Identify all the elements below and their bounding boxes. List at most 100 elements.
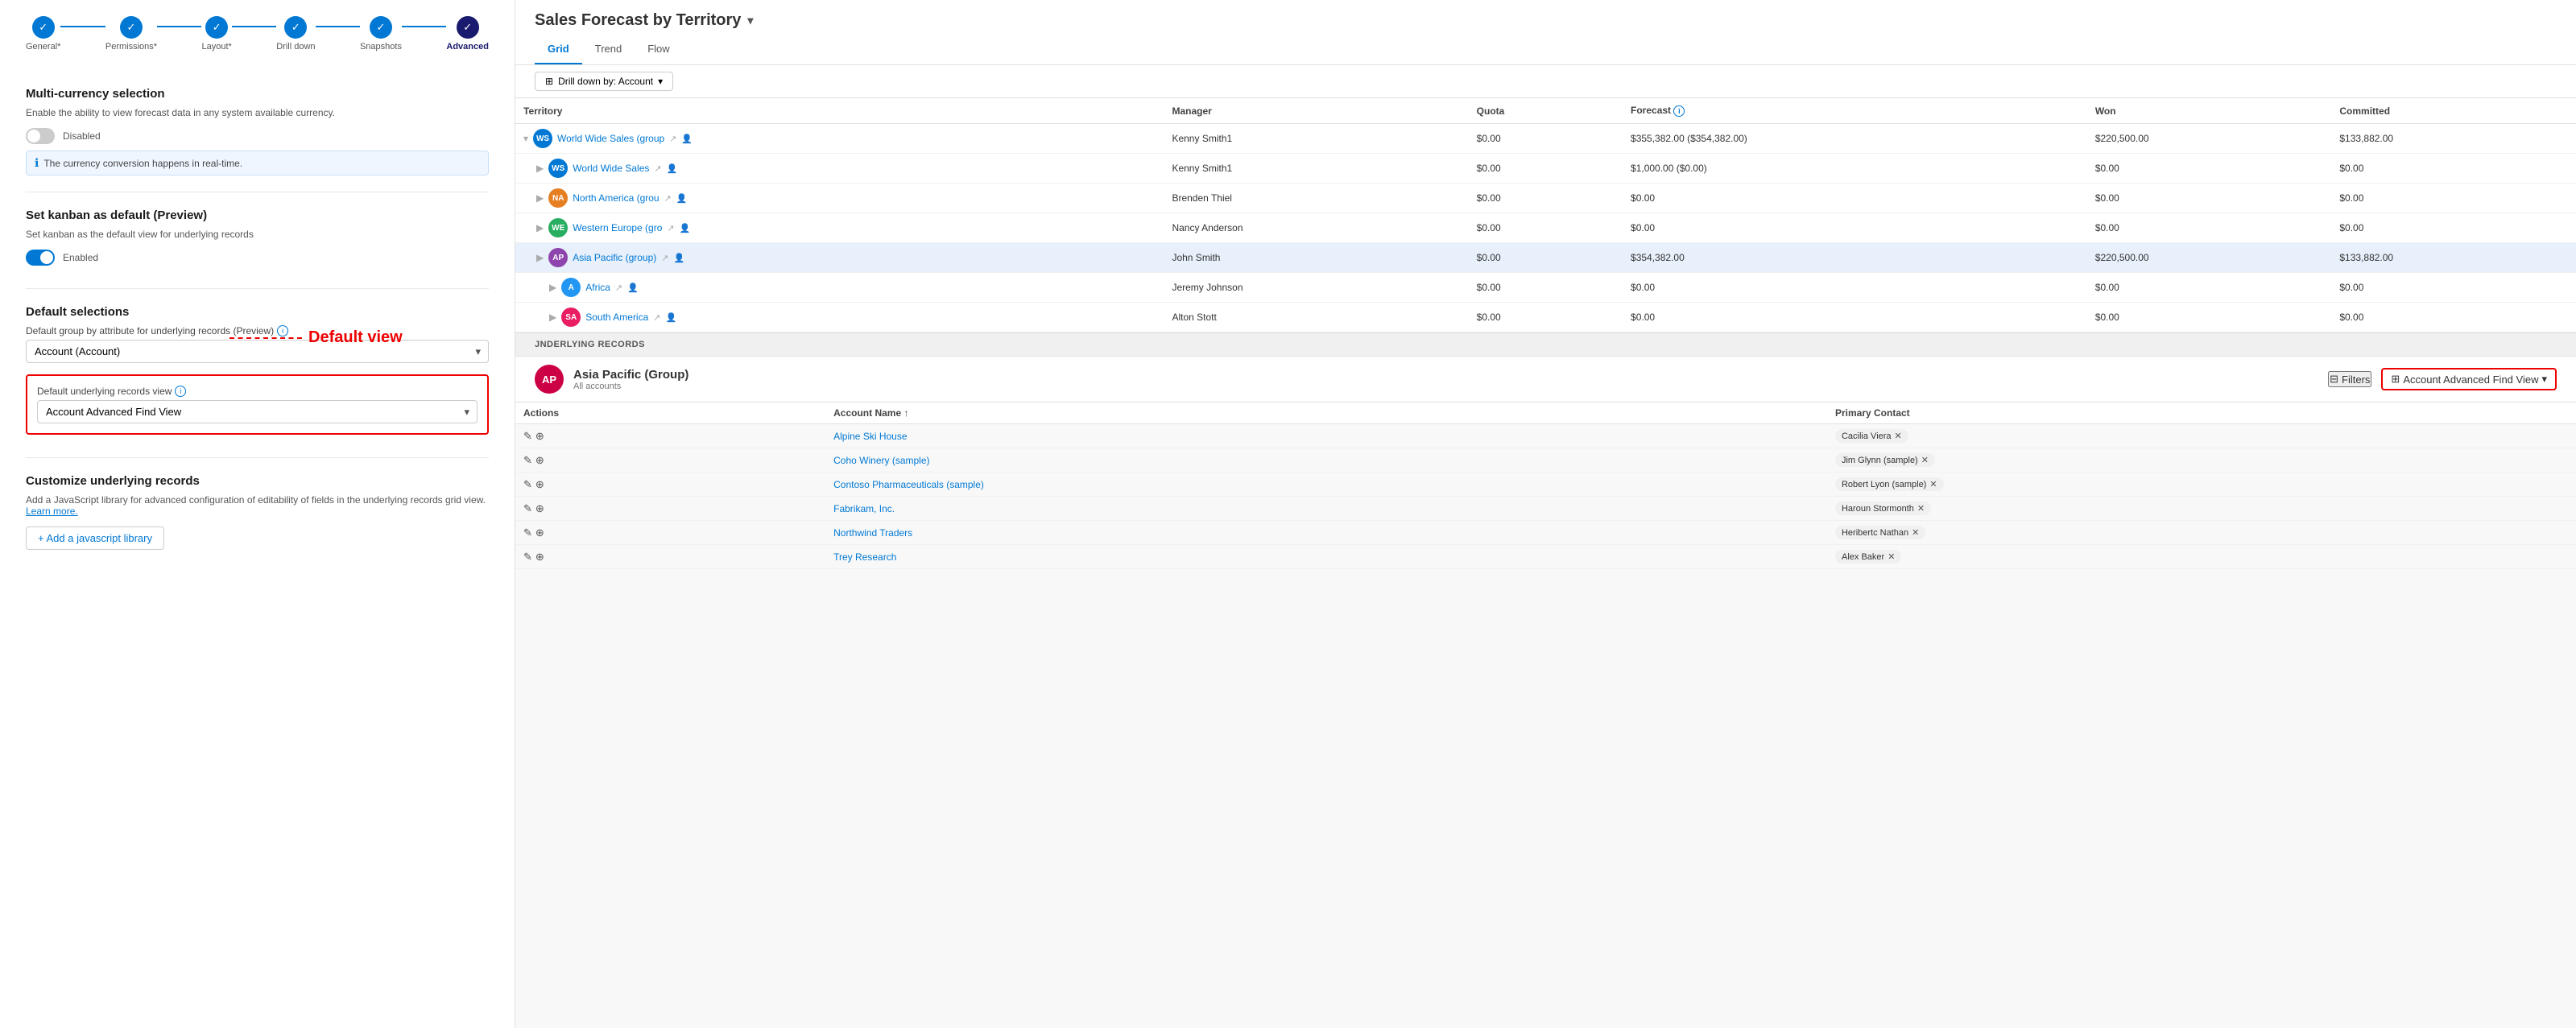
share-icon[interactable]: ↗ <box>664 193 672 204</box>
expand-icon[interactable]: ▶ <box>536 192 544 204</box>
share-icon[interactable]: ↗ <box>669 134 676 144</box>
forecast-title: Sales Forecast by Territory ▾ <box>535 11 2557 30</box>
share-icon[interactable]: ↗ <box>654 163 661 174</box>
account-name-link[interactable]: Alpine Ski House <box>833 431 907 442</box>
forecast-forecast: $0.00 <box>1623 303 2087 332</box>
table-row: ✎⊕ Alpine Ski House Cacilia Viera ✕ <box>515 424 2576 448</box>
remove-contact-icon[interactable]: ✕ <box>1895 431 1902 441</box>
forecast-quota: $0.00 <box>1469 154 1623 184</box>
forecast-won: $0.00 <box>2087 303 2332 332</box>
multicurrency-toggle[interactable] <box>26 128 55 144</box>
account-name-link[interactable]: Trey Research <box>833 551 896 563</box>
forecast-tab-grid[interactable]: Grid <box>535 38 582 64</box>
person-icon[interactable]: 👤 <box>676 193 688 204</box>
forecast-territory-cell: ▾ WS World Wide Sales (group ↗ 👤 <box>515 124 1164 154</box>
expand-icon[interactable]: ▶ <box>549 282 556 293</box>
share-icon[interactable]: ↗ <box>661 253 668 263</box>
contact-tag: Heribertc Nathan ✕ <box>1835 526 1925 539</box>
underlying-col-actions: Actions <box>515 403 825 424</box>
expand-icon[interactable]: ▶ <box>536 252 544 263</box>
multicurrency-section: Multi-currency selection Enable the abil… <box>26 71 489 192</box>
info-icon[interactable]: ⊕ <box>535 478 544 491</box>
grid-icon: ⊞ <box>2391 373 2400 386</box>
territory-name[interactable]: World Wide Sales (group <box>557 133 664 144</box>
wizard-step-permissions[interactable]: ✓Permissions* <box>105 16 157 52</box>
wizard-step-advanced[interactable]: ✓Advanced <box>446 16 489 52</box>
forecast-info-icon[interactable]: i <box>1673 105 1685 117</box>
account-name-link[interactable]: Fabrikam, Inc. <box>833 503 895 514</box>
territory-name[interactable]: North America (grou <box>573 192 659 204</box>
person-icon[interactable]: 👤 <box>627 283 639 293</box>
underlying-actions: ⊟ Filters ⊞ Account Advanced Find View ▾ <box>2328 368 2557 390</box>
remove-contact-icon[interactable]: ✕ <box>1888 551 1895 562</box>
share-icon[interactable]: ↗ <box>615 283 622 293</box>
drill-down-button[interactable]: ⊞ Drill down by: Account ▾ <box>535 72 673 91</box>
edit-icon[interactable]: ✎ <box>523 551 532 564</box>
forecast-quota: $0.00 <box>1469 303 1623 332</box>
info-icon[interactable]: ⊕ <box>535 526 544 539</box>
wizard-step-snapshots[interactable]: ✓Snapshots <box>360 16 402 52</box>
learn-more-link[interactable]: Learn more. <box>26 506 78 517</box>
remove-contact-icon[interactable]: ✕ <box>1917 503 1925 514</box>
account-name-link[interactable]: Contoso Pharmaceuticals (sample) <box>833 479 984 490</box>
territory-name[interactable]: Western Europe (gro <box>573 222 662 233</box>
step-line-1 <box>60 26 105 27</box>
territory-name[interactable]: World Wide Sales <box>573 163 649 174</box>
sort-icon[interactable]: ↑ <box>903 407 908 419</box>
collapse-icon[interactable]: ▾ <box>523 133 528 144</box>
wizard-step-layout[interactable]: ✓Layout* <box>201 16 231 52</box>
default-view-select[interactable]: Account Advanced Find ViewActive Account… <box>37 400 478 423</box>
account-name-link[interactable]: Northwind Traders <box>833 527 912 539</box>
forecast-row: ▶ NA North America (grou ↗ 👤 Brenden Thi… <box>515 184 2576 213</box>
remove-contact-icon[interactable]: ✕ <box>1929 479 1937 489</box>
edit-icon[interactable]: ✎ <box>523 526 532 539</box>
left-panel: ✓General* ✓Permissions* ✓Layout* ✓Drill dow… <box>0 0 515 1028</box>
customize-desc: Add a JavaScript library for advanced co… <box>26 494 489 517</box>
share-icon[interactable]: ↗ <box>667 223 674 233</box>
info-icon[interactable]: ⊕ <box>535 502 544 515</box>
view-info-icon[interactable]: i <box>175 386 186 397</box>
territory-name[interactable]: Africa <box>585 282 610 293</box>
forecast-territory-cell: ▶ WS World Wide Sales ↗ 👤 <box>515 154 1164 184</box>
wizard-step-drilldown[interactable]: ✓Drill down <box>276 16 315 52</box>
info-icon[interactable]: ⊕ <box>535 430 544 443</box>
underlying-view-select[interactable]: ⊞ Account Advanced Find View ▾ <box>2381 368 2557 390</box>
group-by-select[interactable]: Account (Account) <box>26 340 489 363</box>
forecast-row: ▶ A Africa ↗ 👤 Jeremy Johnson$0.00$0.00$… <box>515 273 2576 303</box>
account-name-link[interactable]: Coho Winery (sample) <box>833 455 929 466</box>
edit-icon[interactable]: ✎ <box>523 502 532 515</box>
forecast-col-committed: Committed <box>2331 98 2576 124</box>
forecast-tab-flow[interactable]: Flow <box>635 38 682 64</box>
territory-name[interactable]: Asia Pacific (group) <box>573 252 656 263</box>
contact-tag: Alex Baker ✕ <box>1835 550 1901 564</box>
forecast-row: ▶ AP Asia Pacific (group) ↗ 👤 John Smith… <box>515 243 2576 273</box>
person-icon[interactable]: 👤 <box>674 253 685 263</box>
remove-contact-icon[interactable]: ✕ <box>1912 527 1919 538</box>
territory-name[interactable]: South America <box>585 312 648 323</box>
filters-button[interactable]: ⊟ Filters <box>2328 371 2371 387</box>
forecast-tab-trend[interactable]: Trend <box>582 38 635 64</box>
add-javascript-button[interactable]: + Add a javascript library <box>26 526 164 550</box>
person-icon[interactable]: 👤 <box>680 223 691 233</box>
person-icon[interactable]: 👤 <box>667 163 678 174</box>
expand-icon[interactable]: ▶ <box>536 222 544 233</box>
edit-icon[interactable]: ✎ <box>523 454 532 467</box>
group-by-info-icon[interactable]: i <box>277 325 288 336</box>
info-icon[interactable]: ⊕ <box>535 454 544 467</box>
wizard-step-general[interactable]: ✓General* <box>26 16 60 52</box>
expand-icon[interactable]: ▶ <box>536 163 544 174</box>
step-circle-general: ✓ <box>32 16 55 39</box>
edit-icon[interactable]: ✎ <box>523 478 532 491</box>
contact-name: Cacilia Viera <box>1842 431 1892 441</box>
edit-icon[interactable]: ✎ <box>523 430 532 443</box>
person-icon[interactable]: 👤 <box>666 312 677 323</box>
share-icon[interactable]: ↗ <box>653 312 660 323</box>
forecast-row: ▶ WS World Wide Sales ↗ 👤 Kenny Smith1$0… <box>515 154 2576 184</box>
forecast-title-chevron[interactable]: ▾ <box>747 14 753 27</box>
forecast-manager: Nancy Anderson <box>1164 213 1468 243</box>
expand-icon[interactable]: ▶ <box>549 312 556 323</box>
kanban-toggle[interactable] <box>26 250 55 266</box>
remove-contact-icon[interactable]: ✕ <box>1921 455 1929 465</box>
person-icon[interactable]: 👤 <box>681 134 693 144</box>
info-icon[interactable]: ⊕ <box>535 551 544 564</box>
